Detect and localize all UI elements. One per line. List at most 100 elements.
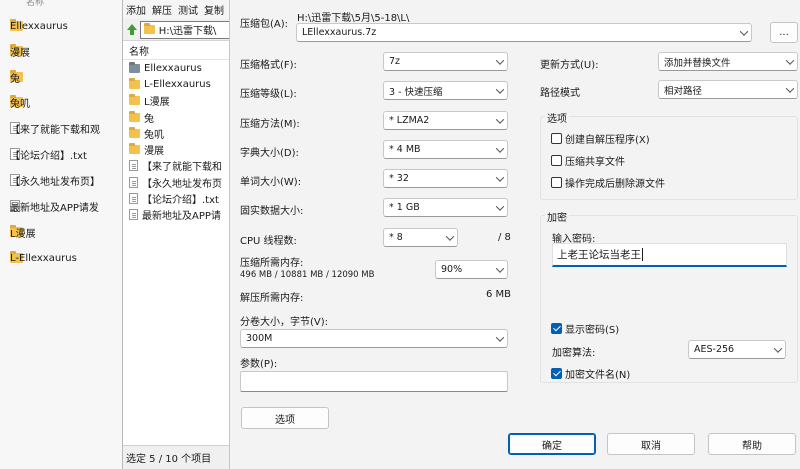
address-input[interactable]: H:\迅雷下载\ <box>139 20 230 39</box>
threads-value: * 8 <box>389 232 403 243</box>
folder-icon <box>129 61 140 73</box>
menu-add[interactable]: 添加 <box>126 2 146 17</box>
explorer-item[interactable]: 【来了就能下载和观 <box>10 118 135 138</box>
method-label: 压缩方法(M): <box>240 119 300 130</box>
update-mode-select[interactable]: 添加并替换文件 <box>658 52 798 71</box>
help-button[interactable]: 帮助 <box>708 433 796 455</box>
parameters-label: 参数(P): <box>240 359 278 370</box>
threads-select[interactable]: * 8 <box>383 228 458 247</box>
compress-memory-detail: 496 MB / 10881 MB / 12090 MB <box>240 270 375 280</box>
file-manager-menubar: 添加 解压 测试 复制 <box>123 0 230 19</box>
list-item[interactable]: 漫展 <box>123 141 231 157</box>
chevron-down-icon <box>493 84 507 98</box>
list-item[interactable]: 最新地址及APP请 <box>123 207 231 223</box>
list-item-label: 最新地址及APP请 <box>142 211 221 223</box>
decompress-memory-value: 6 MB <box>486 289 512 300</box>
explorer-item-label: 最新地址及APP请发 <box>10 202 99 214</box>
list-item-label: 【来了就能下载和 <box>142 162 222 174</box>
list-item[interactable]: Ellexxaurus <box>123 60 231 76</box>
up-folder-icon[interactable] <box>126 23 137 36</box>
method-value: * LZMA2 <box>389 115 430 126</box>
create-sfx-checkbox[interactable]: 创建自解压程序(X) <box>551 131 650 146</box>
explorer-item-label: 漫展 <box>10 47 30 59</box>
password-input[interactable]: 上老王论坛当老王 <box>552 243 787 267</box>
chevron-down-icon <box>737 26 751 40</box>
document-icon <box>129 209 138 221</box>
folder-icon <box>129 110 140 122</box>
explorer-item[interactable]: Ellexxaurus <box>10 16 135 36</box>
folder-icon <box>143 23 155 34</box>
menu-extract[interactable]: 解压 <box>152 2 172 17</box>
show-password-checkbox[interactable]: 显示密码(S) <box>551 321 619 336</box>
method-select[interactable]: * LZMA2 <box>383 111 508 130</box>
column-header-name[interactable]: 名称 <box>123 42 231 60</box>
list-item-label: 兔叽 <box>144 129 164 141</box>
dictionary-select[interactable]: * 4 MB <box>383 140 508 159</box>
parameters-input[interactable] <box>240 371 508 392</box>
folder-icon <box>129 143 140 155</box>
chevron-down-icon <box>783 55 797 69</box>
document-icon <box>129 176 138 188</box>
format-select[interactable]: 7z <box>383 52 508 71</box>
list-item-label: L漫展 <box>144 97 170 109</box>
explorer-item[interactable]: 【永久地址发布页】 <box>10 170 135 190</box>
path-mode-label: 路径模式 <box>540 88 580 99</box>
word-size-value: * 32 <box>389 173 409 184</box>
create-sfx-label: 创建自解压程序(X) <box>565 135 650 146</box>
explorer-item[interactable]: 漫展 <box>10 41 135 61</box>
path-mode-select[interactable]: 相对路径 <box>658 80 798 99</box>
status-bar: 选定 5 / 10 个项目 <box>123 445 231 469</box>
list-item[interactable]: 【来了就能下载和 <box>123 158 231 174</box>
solid-size-select[interactable]: * 1 GB <box>383 198 508 217</box>
list-item[interactable]: 兔叽 <box>123 125 231 141</box>
explorer-item[interactable]: 兔 <box>10 67 135 87</box>
memory-percent-select[interactable]: 90% <box>435 260 508 279</box>
compress-shared-checkbox[interactable]: 压缩共享文件 <box>551 153 625 168</box>
compress-memory-label: 压缩所需内存: <box>240 258 304 269</box>
decompress-memory-label: 解压所需内存: <box>240 293 304 304</box>
delete-after-label: 操作完成后删除源文件 <box>565 179 665 190</box>
menu-test[interactable]: 测试 <box>178 2 198 17</box>
list-item[interactable]: 【论坛介绍】.txt <box>123 190 231 206</box>
ok-button[interactable]: 确定 <box>508 433 596 455</box>
explorer-item[interactable]: L漫展 <box>10 222 135 242</box>
list-item[interactable]: L-Ellexxaurus <box>123 76 231 92</box>
list-item-label: 漫展 <box>144 146 164 158</box>
list-item-label: Ellexxaurus <box>144 62 202 74</box>
delete-after-checkbox[interactable]: 操作完成后删除源文件 <box>551 175 665 190</box>
word-size-select[interactable]: * 32 <box>383 169 508 188</box>
explorer-item[interactable]: 兔叽 <box>10 92 135 112</box>
explorer-item-label: 【永久地址发布页】 <box>10 176 100 188</box>
options-button[interactable]: 选项 <box>241 407 329 429</box>
explorer-item[interactable]: L-Ellexxaurus <box>10 248 135 268</box>
file-manager-address-bar: H:\迅雷下载\ <box>123 19 230 41</box>
list-item[interactable]: 兔 <box>123 109 231 125</box>
chevron-down-icon <box>443 231 457 245</box>
update-mode-label: 更新方式(U): <box>540 60 599 71</box>
volume-size-combo[interactable]: 300M <box>240 329 508 348</box>
chevron-down-icon <box>493 55 507 69</box>
encryption-method-select[interactable]: AES-256 <box>688 340 786 359</box>
explorer-item[interactable]: 【论坛介绍】.txt <box>10 144 135 164</box>
explorer-item-label: 【论坛介绍】.txt <box>10 150 87 162</box>
file-list: 名称 Ellexxaurus L-Ellexxaurus L漫展 兔 兔叽 漫展… <box>123 42 231 223</box>
archive-label: 压缩包(A): <box>240 19 289 30</box>
format-label: 压缩格式(F): <box>240 60 297 71</box>
list-item[interactable]: 【永久地址发布页 <box>123 174 231 190</box>
chevron-down-icon <box>493 332 507 346</box>
checkbox-checked-icon <box>551 368 562 379</box>
cancel-button[interactable]: 取消 <box>607 433 695 455</box>
checkbox-checked-icon <box>551 323 562 334</box>
encrypt-names-checkbox[interactable]: 加密文件名(N) <box>551 366 630 381</box>
volume-size-value: 300M <box>246 333 273 344</box>
checkbox-box <box>551 133 562 144</box>
encryption-group-title: 加密 <box>545 209 569 224</box>
archive-name-combo[interactable]: LEllexxaurus.7z <box>296 23 752 42</box>
level-select[interactable]: 3 - 快速压缩 <box>383 81 508 100</box>
list-item[interactable]: L漫展 <box>123 93 231 109</box>
chevron-down-icon <box>493 263 507 277</box>
explorer-item[interactable]: 最新地址及APP请发 <box>10 196 135 216</box>
browse-button[interactable]: ... <box>770 22 798 43</box>
folder-icon <box>129 94 140 106</box>
menu-copy[interactable]: 复制 <box>204 2 224 17</box>
